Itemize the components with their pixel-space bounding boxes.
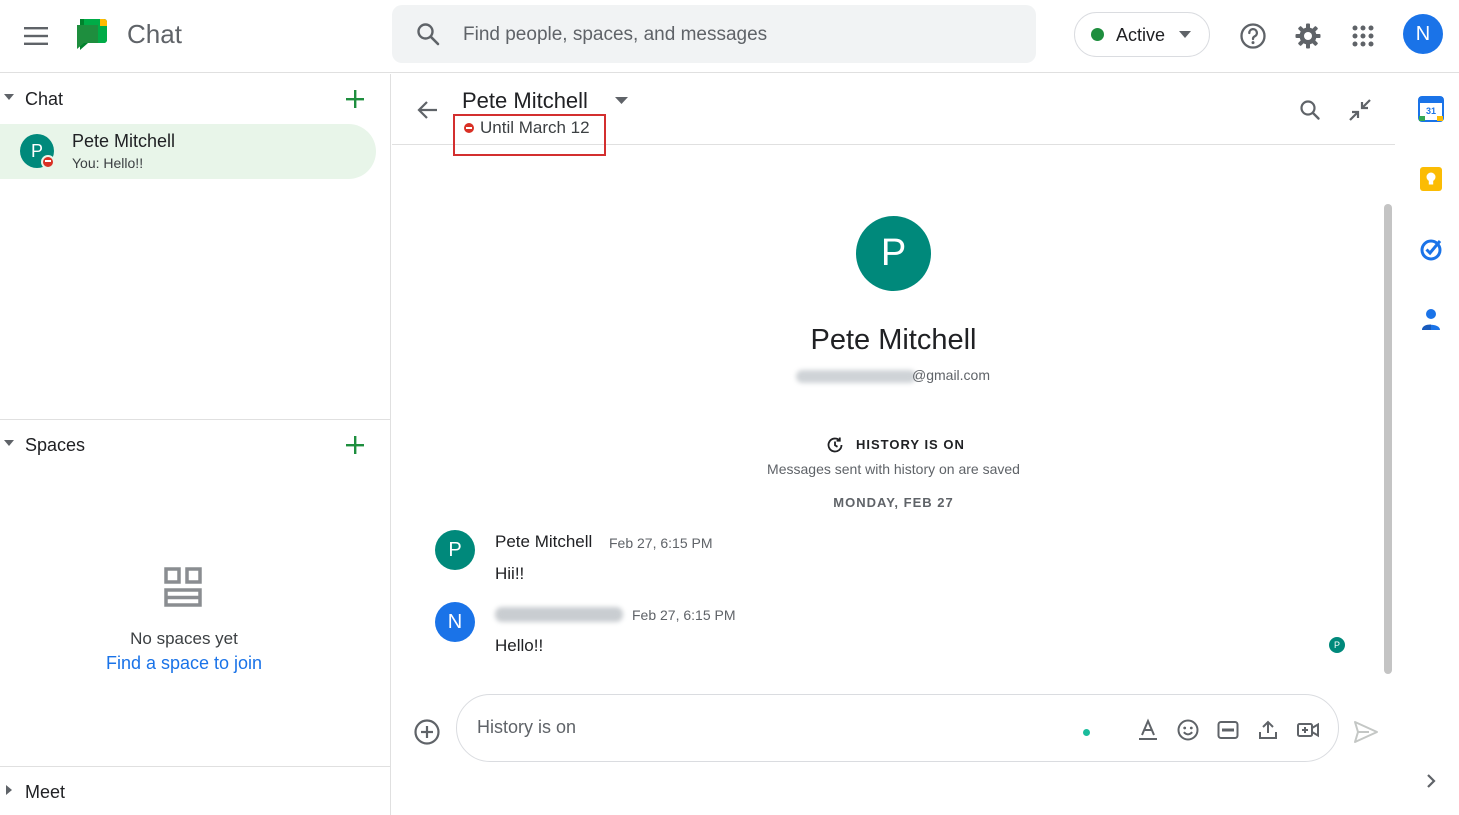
message-timestamp: Feb 27, 6:15 PM (609, 535, 713, 551)
main-menu-icon[interactable] (14, 14, 58, 58)
settings-gear-icon[interactable] (1289, 17, 1327, 55)
conversation-title[interactable]: Pete Mitchell (462, 88, 588, 114)
emoji-icon[interactable] (1176, 718, 1200, 742)
spaces-empty-icon (163, 567, 203, 607)
history-title: HISTORY IS ON (856, 437, 965, 452)
tasks-icon[interactable] (1418, 236, 1444, 262)
do-not-disturb-icon (464, 123, 474, 133)
search-input[interactable]: Find people, spaces, and messages (463, 24, 767, 46)
search-bar[interactable]: Find people, spaces, and messages (392, 5, 1036, 63)
help-icon[interactable] (1234, 17, 1272, 55)
read-receipt-avatar: P (1329, 637, 1345, 653)
status-indicator-dot (1083, 729, 1090, 736)
new-space-plus-icon[interactable] (343, 433, 367, 457)
sidebar: Chat P Pete Mitchell You: Hello!! Spaces… (0, 74, 391, 815)
status-label: Active (1116, 25, 1166, 45)
message-composer[interactable] (456, 694, 1339, 762)
meet-section-header[interactable]: Meet (0, 770, 391, 814)
message-sender[interactable]: Pete Mitchell (495, 532, 592, 552)
top-bar: Chat Find people, spaces, and messages A… (0, 0, 1459, 73)
chat-logo-icon[interactable] (74, 17, 110, 53)
conversation-snippet: You: Hello!! (72, 155, 144, 171)
text-format-icon[interactable] (1136, 718, 1160, 742)
gif-icon[interactable] (1216, 718, 1240, 742)
message-avatar[interactable]: P (435, 530, 475, 570)
new-chat-plus-icon[interactable] (343, 87, 367, 111)
message-text: Hello!! (495, 636, 544, 655)
conversation-header: Pete Mitchell Until March 12 (392, 74, 1395, 156)
caret-down-icon[interactable] (4, 440, 14, 446)
scrollbar[interactable] (1384, 204, 1392, 674)
meet-section-title: Meet (25, 782, 66, 802)
back-arrow-icon[interactable] (414, 96, 442, 124)
email-domain: @gmail.com (912, 367, 991, 383)
add-video-meeting-icon[interactable] (1296, 718, 1320, 742)
caret-right-icon[interactable] (6, 785, 12, 795)
spaces-section-title: Spaces (25, 435, 86, 455)
message-timestamp: Feb 27, 6:15 PM (632, 607, 736, 623)
chat-section-title: Chat (25, 89, 64, 109)
spaces-section-header[interactable]: Spaces (0, 423, 391, 467)
status-dot (1091, 28, 1104, 41)
side-apps-rail: 31 (1396, 74, 1459, 815)
svg-text:31: 31 (1426, 106, 1436, 116)
upload-file-icon[interactable] (1256, 718, 1280, 742)
history-clock-icon (827, 437, 843, 453)
status-selector[interactable]: Active (1074, 12, 1210, 57)
contacts-icon[interactable] (1418, 306, 1444, 332)
chevron-down-icon[interactable] (615, 97, 628, 104)
chevron-down-icon (1179, 31, 1191, 38)
search-in-conversation-icon[interactable] (1296, 96, 1324, 124)
redacted-sender-name (495, 607, 623, 622)
history-subtitle: Messages sent with history on are saved (767, 461, 1020, 477)
do-not-disturb-icon (41, 155, 55, 169)
no-spaces-text: No spaces yet (130, 629, 238, 648)
app-title: Chat (127, 19, 182, 49)
message-avatar[interactable]: N (435, 602, 475, 642)
message-text: Hii!! (495, 564, 525, 583)
dnd-until-status: Until March 12 (480, 118, 590, 137)
conversation-name: Pete Mitchell (72, 131, 176, 151)
profile-name: Pete Mitchell (810, 324, 977, 356)
caret-down-icon[interactable] (4, 94, 14, 100)
calendar-icon[interactable]: 31 (1418, 96, 1444, 122)
expand-panel-chevron-icon[interactable] (1418, 768, 1444, 794)
redacted-email-user (796, 370, 916, 383)
send-icon[interactable] (1352, 718, 1380, 746)
apps-grid-icon[interactable] (1344, 17, 1382, 55)
collapse-icon[interactable] (1346, 96, 1374, 124)
conversation-pane: Pete Mitchell Until March 12 P Pete Mitc… (392, 74, 1395, 815)
message-input[interactable] (477, 717, 1037, 738)
search-icon[interactable] (416, 22, 440, 46)
chat-section-header[interactable]: Chat (0, 77, 391, 121)
find-space-link[interactable]: Find a space to join (0, 653, 368, 674)
section-divider (0, 419, 391, 420)
conversation-item-pete-mitchell[interactable]: P Pete Mitchell You: Hello!! (0, 124, 376, 179)
profile-avatar: P (856, 216, 931, 291)
date-divider: MONDAY, FEB 27 (833, 495, 954, 510)
section-divider (0, 766, 391, 767)
account-avatar[interactable]: N (1403, 14, 1443, 54)
add-attachment-icon[interactable] (413, 718, 441, 746)
keep-icon[interactable] (1418, 166, 1444, 192)
